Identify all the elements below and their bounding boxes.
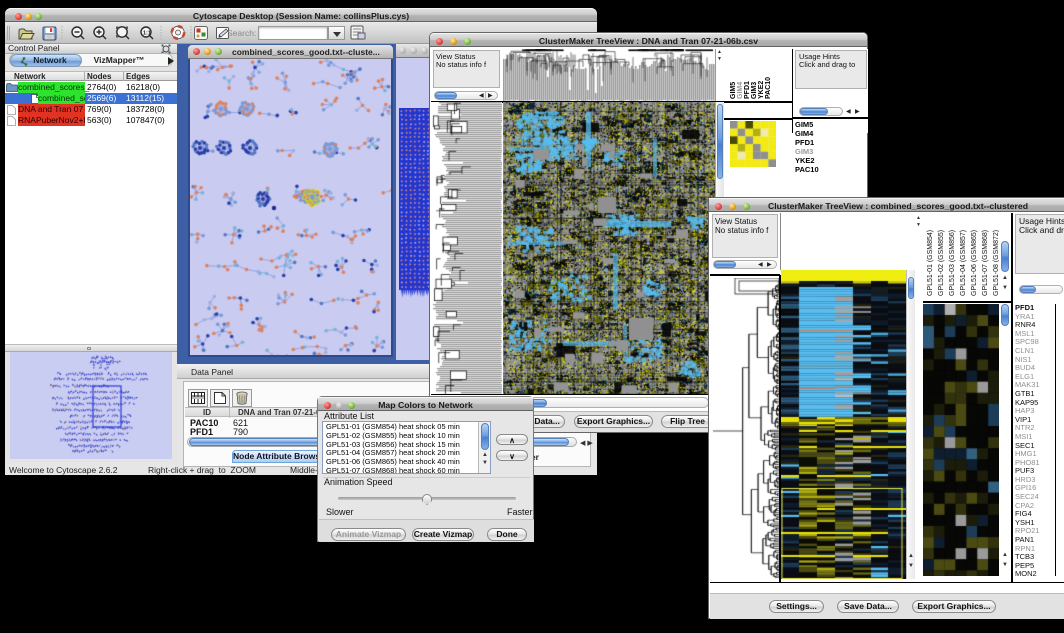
- svg-text:GIM4: GIM4: [737, 82, 744, 99]
- svg-text:GPL51-04 (GSM857): GPL51-04 (GSM857): [960, 230, 967, 296]
- svg-text:PAC10: PAC10: [765, 77, 772, 99]
- svg-text:GPL51-07 (GSM868): GPL51-07 (GSM868): [982, 230, 989, 296]
- svg-text:GIM3: GIM3: [751, 82, 758, 99]
- svg-text:GPL51-02 (GSM855): GPL51-02 (GSM855): [938, 230, 945, 296]
- svg-text:GPL51-01 (GSM854): GPL51-01 (GSM854): [927, 230, 934, 296]
- svg-text:GPL51-03 (GSM856): GPL51-03 (GSM856): [949, 230, 956, 296]
- svg-text:YKE2: YKE2: [758, 81, 765, 99]
- svg-text:GPL51-06 (GSM865): GPL51-06 (GSM865): [971, 230, 978, 296]
- svg-text:1:1: 1:1: [143, 31, 151, 37]
- svg-text:GIM5: GIM5: [730, 82, 737, 99]
- svg-text:PFD1: PFD1: [744, 81, 751, 99]
